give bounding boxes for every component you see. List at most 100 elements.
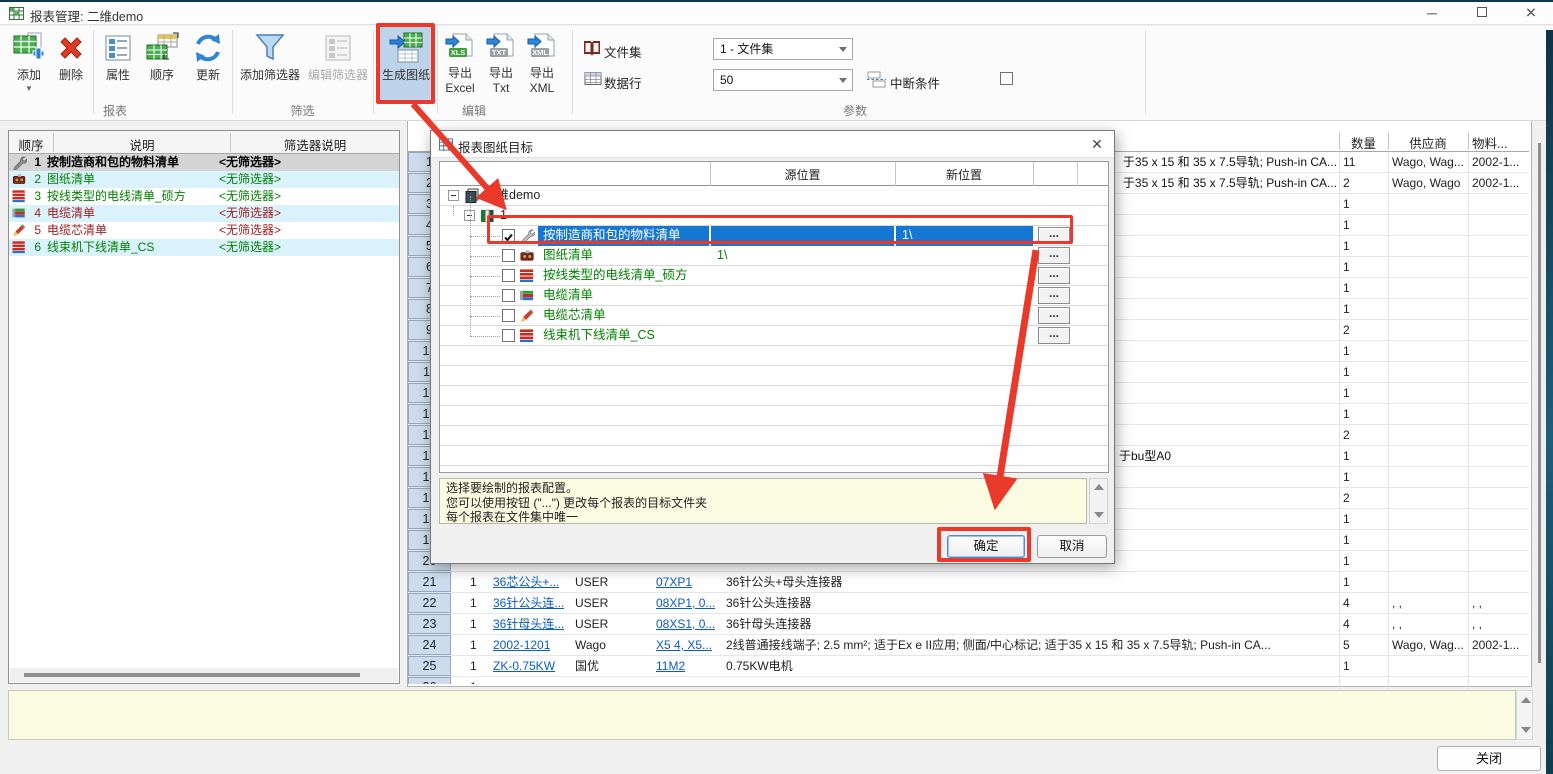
browse-button[interactable]: ...: [1038, 267, 1070, 284]
browse-button[interactable]: ...: [1038, 307, 1070, 324]
scroll-up-icon[interactable]: [1521, 697, 1531, 703]
cell-description: 0.75KW电机: [726, 656, 793, 676]
col-header-description[interactable]: 说明: [54, 135, 230, 154]
report-checkbox[interactable]: [502, 249, 515, 262]
tree-item-row[interactable]: 图纸清单 1\ ...: [440, 246, 1108, 266]
cell-quantity: 1: [1343, 341, 1350, 361]
col-header-order[interactable]: 顺序: [9, 135, 53, 154]
cell-count: 1: [470, 635, 477, 655]
tree-item-label: 按线类型的电线清单_硕方: [543, 266, 687, 285]
table-row[interactable]: 23 1 36针母头连... USER 08XS1, 0... 36针母头连接器…: [408, 614, 1529, 635]
refresh-button[interactable]: 更新: [187, 28, 229, 120]
fileset-select[interactable]: 1 - 文件集: [713, 38, 853, 60]
cell-part-number: 2002-1...: [1472, 152, 1519, 172]
report-row-3[interactable]: 3 按线类型的电线清单_硕方 <无筛选器>: [9, 188, 399, 205]
col-header-qty[interactable]: 数量: [1339, 133, 1388, 152]
cell-part-link[interactable]: 36针母头连...: [493, 614, 564, 634]
export-excel-label-2: Excel: [440, 81, 480, 95]
collapse-icon[interactable]: [448, 190, 459, 201]
report-checkbox[interactable]: [502, 289, 515, 302]
col-header-supplier[interactable]: 供应商: [1388, 133, 1468, 152]
col-header-filter[interactable]: 筛选器说明: [231, 135, 399, 154]
tree-item-row[interactable]: 电缆清单 ...: [440, 286, 1108, 306]
cell-device-link[interactable]: X5 4, X5...: [656, 635, 712, 655]
scrollbar-thumb[interactable]: [1538, 143, 1541, 663]
cell-device-link[interactable]: 11M2: [656, 656, 685, 676]
tree-item-label: 线束机下线清单_CS: [543, 326, 655, 345]
tree-item-row[interactable]: 线束机下线清单_CS ...: [440, 326, 1108, 346]
message-area-scrollbar[interactable]: [1516, 690, 1533, 740]
report-checkbox[interactable]: [502, 309, 515, 322]
cell-part-link[interactable]: ZK-0.75KW: [493, 656, 555, 676]
row-number-header[interactable]: 24: [408, 635, 451, 655]
cancel-button[interactable]: 取消: [1037, 535, 1107, 558]
row-description: 按制造商和包的物料清单: [47, 154, 179, 171]
cell-quantity: 5: [1343, 635, 1350, 655]
close-window-button[interactable]: 关闭: [1437, 746, 1541, 771]
row-number-header[interactable]: 21: [408, 572, 451, 592]
refresh-label: 更新: [187, 66, 229, 83]
tree-item-row[interactable]: 按线类型的电线清单_硕方 ...: [440, 266, 1108, 286]
cell-part-link[interactable]: 2002-1201: [493, 635, 550, 655]
cell-part-number: 2002-1...: [1472, 635, 1519, 655]
cell-quantity: 1: [1343, 551, 1350, 571]
cell-manufacturer: USER: [575, 593, 608, 613]
browse-button[interactable]: ...: [1038, 327, 1070, 344]
datarows-select[interactable]: 50: [713, 69, 853, 91]
horizontal-scrollbar[interactable]: [10, 668, 398, 682]
report-row-6[interactable]: 6 线束机下线清单_CS <无筛选器>: [9, 239, 399, 256]
tree-item-row[interactable]: 电缆芯清单 ...: [440, 306, 1108, 326]
ribbon-divider: [232, 30, 233, 114]
ribbon-toolbar: 添加 ▼ 删除 属性: [0, 26, 1553, 121]
minimize-button[interactable]: ─: [1410, 2, 1454, 24]
export-xml-button[interactable]: XML 导出 XML: [522, 28, 562, 120]
scroll-up-icon[interactable]: [1094, 484, 1104, 490]
cell-count: 1: [470, 656, 477, 676]
cell-device-link[interactable]: 08XP1, 0...: [656, 593, 715, 613]
col-header-source[interactable]: 源位置: [710, 166, 895, 183]
cell-part-link[interactable]: 36芯公头+...: [493, 572, 559, 592]
cell-device-link[interactable]: 08XS1, 0...: [656, 614, 715, 634]
scrollbar-thumb[interactable]: [24, 673, 360, 677]
row-order: 2: [27, 171, 41, 188]
cell-manufacturer: USER: [575, 614, 608, 634]
row-number-header[interactable]: 23: [408, 614, 451, 634]
report-row-2[interactable]: 2 图纸清单 <无筛选器>: [9, 171, 399, 188]
browse-button[interactable]: ...: [1038, 287, 1070, 304]
datarows-icon: [584, 71, 602, 86]
note-scrollbar[interactable]: [1089, 478, 1108, 524]
fileset-label: 文件集: [604, 42, 642, 61]
table-row[interactable]: 26 1: [408, 677, 1529, 684]
table-row[interactable]: 24 1 2002-1201 Wago X5 4, X5... 2线普通接线端子…: [408, 635, 1529, 656]
browse-button[interactable]: ...: [1038, 247, 1070, 264]
cell-device-link[interactable]: 07XP1: [656, 572, 692, 592]
delete-report-label: 删除: [52, 66, 90, 83]
table-row[interactable]: 21 1 36芯公头+... USER 07XP1 36针公头+母头连接器 1: [408, 572, 1529, 593]
maximize-button[interactable]: [1460, 2, 1504, 24]
cell-part-link[interactable]: 36针公头连...: [493, 593, 564, 613]
report-checkbox[interactable]: [502, 269, 515, 282]
row-number-header[interactable]: 22: [408, 593, 451, 613]
col-header-part[interactable]: 物料...: [1468, 133, 1529, 152]
row-order: 5: [27, 222, 41, 239]
table-row[interactable]: 22 1 36针公头连... USER 08XP1, 0... 36针公头连接器…: [408, 593, 1529, 614]
close-button[interactable]: ✕: [1509, 2, 1553, 24]
report-checkbox[interactable]: [502, 329, 515, 342]
report-row-1[interactable]: 1 按制造商和包的物料清单 <无筛选器>: [9, 154, 399, 171]
group-label-filter: 筛选: [250, 102, 355, 119]
note-line-1: 选择要绘制的报表配置。: [446, 481, 1080, 496]
row-number-header[interactable]: 25: [408, 656, 451, 676]
dialog-close-button[interactable]: ✕: [1088, 135, 1106, 153]
col-header-target[interactable]: 新位置: [895, 166, 1033, 183]
tree-root-row[interactable]: 二维demo: [440, 186, 1108, 206]
table-vertical-scrollbar[interactable]: [1533, 133, 1546, 685]
report-row-5[interactable]: 5 电缆芯清单 <无筛选器>: [9, 222, 399, 239]
scroll-down-icon[interactable]: [1094, 512, 1104, 518]
add-report-button[interactable]: 添加 ▼: [8, 28, 50, 120]
break-condition-checkbox[interactable]: [1000, 72, 1013, 85]
table-row[interactable]: 25 1 ZK-0.75KW 国优 11M2 0.75KW电机 1: [408, 656, 1529, 677]
report-row-4[interactable]: 4 电缆清单 <无筛选器>: [9, 205, 399, 222]
scroll-down-icon[interactable]: [1521, 727, 1531, 733]
row-number-header[interactable]: 26: [408, 677, 451, 684]
note-line-2: 您可以使用按钮 ("...") 更改每个报表的目标文件夹: [446, 496, 1080, 511]
